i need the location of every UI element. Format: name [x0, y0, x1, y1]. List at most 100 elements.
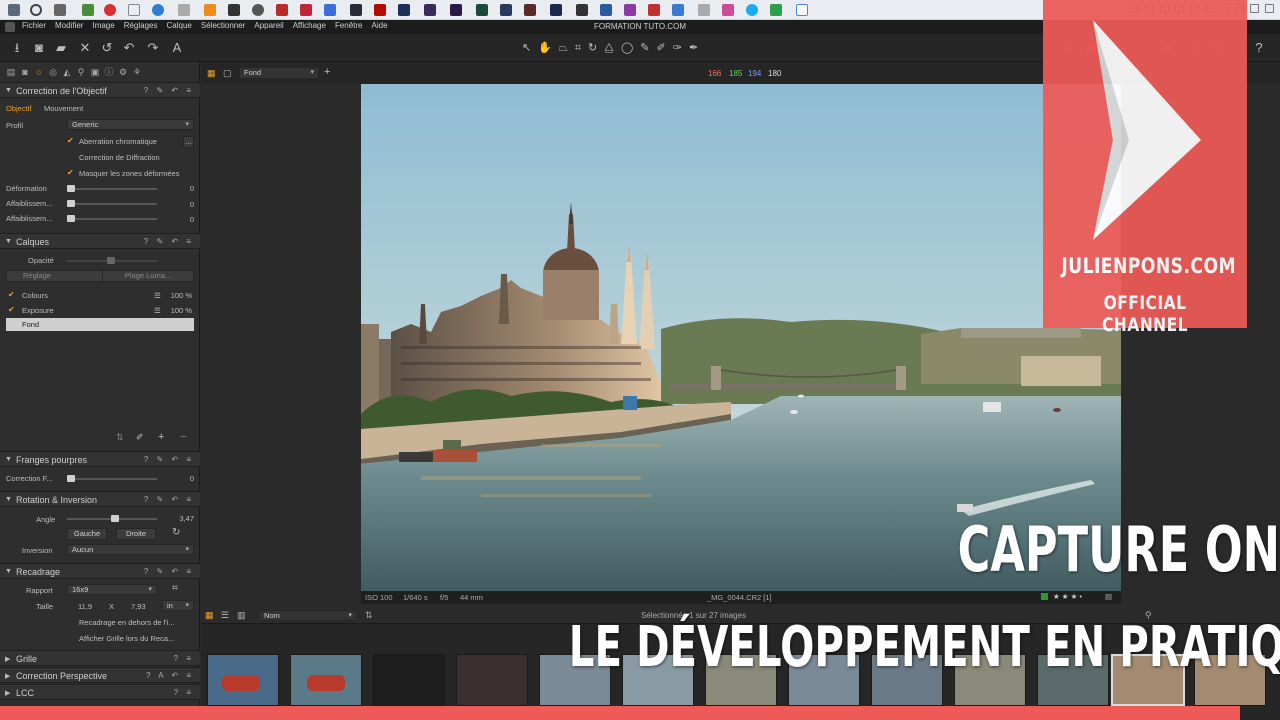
select-cursor-icon[interactable]: ↖ — [522, 41, 531, 55]
section-actions[interactable]: ? ≡ — [174, 654, 194, 663]
perspective-section-header[interactable]: ▶ Correction Perspective ? A ↶ ≡ — [0, 667, 200, 683]
picker-cursor-icon[interactable]: ✎ — [640, 41, 649, 55]
falloff-value[interactable]: 0 — [170, 200, 194, 209]
pan-cursor-icon[interactable]: ✋ — [538, 41, 552, 55]
keystone-cursor-icon[interactable]: ⧋ — [604, 41, 614, 55]
fringe-knob[interactable] — [67, 475, 75, 482]
chroma-checkbox[interactable]: ✔ — [67, 136, 74, 145]
falloff2-slider[interactable] — [67, 218, 157, 220]
distortion-slider[interactable] — [67, 188, 157, 190]
task-view-icon[interactable] — [54, 4, 66, 16]
app-icon[interactable] — [228, 4, 240, 16]
crop-cursor-icon[interactable]: ⌗ — [575, 41, 581, 55]
lightroom-icon[interactable] — [550, 4, 562, 16]
bridge-icon[interactable] — [350, 4, 362, 16]
start-icon[interactable] — [8, 4, 20, 16]
app-icon[interactable] — [252, 4, 264, 16]
delete-icon[interactable]: ✕ — [78, 40, 92, 56]
layer-sort-icon[interactable]: ⇅ — [116, 432, 124, 443]
search-icon[interactable] — [30, 4, 42, 16]
sort-select[interactable]: Nom ▾ — [259, 610, 357, 621]
library-tab-icon[interactable]: ▤ — [6, 67, 16, 82]
chrome-icon[interactable] — [152, 4, 164, 16]
lens-section-header[interactable]: ▼ Correction de l'Objectif ? ✎ ↶ ≡ — [0, 82, 200, 98]
luma-range-button[interactable]: Plage Luma... — [102, 270, 194, 282]
background-layer-item[interactable]: Fond — [6, 318, 194, 331]
opacity-knob[interactable] — [107, 257, 115, 264]
angle-value[interactable]: 3,47 — [164, 514, 194, 523]
section-actions[interactable]: ? ✎ ↶ ≡ — [144, 237, 194, 246]
annotate-cursor-icon[interactable]: ✒ — [689, 41, 698, 55]
adjust-tab-icon[interactable]: ▣ — [90, 67, 100, 82]
details-tab-icon[interactable]: ⚲ — [76, 67, 86, 82]
acrobat-icon[interactable] — [374, 4, 386, 16]
mask-checkbox[interactable]: ✔ — [67, 168, 74, 177]
crop-outside-option[interactable]: Recadrage en dehors de l'i... — [79, 618, 175, 627]
ratio-select[interactable]: 16x9 ▾ — [67, 584, 157, 595]
import-icon[interactable]: ⭳ — [10, 40, 24, 56]
falloff2-knob[interactable] — [67, 215, 75, 222]
filmstrip-view-icon[interactable]: ▥ — [237, 610, 246, 621]
opera-icon[interactable] — [104, 4, 116, 16]
more-button[interactable]: … — [183, 136, 194, 148]
grid-view-icon[interactable]: ▦ — [207, 68, 216, 79]
distortion-value[interactable]: 0 — [170, 184, 194, 193]
grid-section-header[interactable]: ▶ Grille ? ≡ — [0, 650, 200, 666]
tray-icon[interactable] — [1265, 4, 1274, 13]
lens-tab-icon[interactable]: ○ — [34, 67, 44, 82]
crop-height-field[interactable]: 7,93 — [131, 602, 146, 611]
flip-select[interactable]: Aucun ▾ — [67, 544, 194, 555]
app-icon[interactable] — [698, 4, 710, 16]
thumbnail[interactable] — [290, 654, 362, 706]
spot-cursor-icon[interactable]: ◯ — [621, 41, 633, 55]
premiere-icon[interactable] — [450, 4, 462, 16]
color-tab-icon[interactable]: ◎ — [48, 67, 58, 82]
capture-tab-icon[interactable]: ◙ — [20, 67, 30, 82]
thumb-view-icon[interactable]: ▦ — [205, 610, 214, 621]
variant-select[interactable]: Fond ▾ — [239, 67, 319, 79]
rotate-cursor-icon[interactable]: ↻ — [588, 41, 597, 55]
undo-icon[interactable]: ↶ — [122, 40, 136, 56]
single-view-icon[interactable]: ▢ — [223, 68, 232, 79]
fringe-slider[interactable] — [67, 478, 157, 480]
after-effects-icon[interactable] — [424, 4, 436, 16]
rating-stars[interactable]: ★ ★ ★ • — [1053, 592, 1082, 601]
thumbnail[interactable] — [373, 654, 445, 706]
layer-checkbox[interactable]: ✔ — [8, 290, 15, 299]
layer-checkbox[interactable]: ✔ — [8, 305, 15, 314]
vlc-icon[interactable] — [204, 4, 216, 16]
angle-knob[interactable] — [111, 515, 119, 522]
thumbnail[interactable] — [207, 654, 279, 706]
adjust-button[interactable]: Réglage — [6, 270, 110, 282]
text-icon[interactable]: A — [170, 40, 184, 56]
help-icon[interactable]: ? — [1252, 40, 1266, 56]
sort-direction-icon[interactable]: ⇅ — [365, 610, 373, 621]
section-actions[interactable]: ? A ↶ ≡ — [146, 671, 194, 680]
falloff2-value[interactable]: 0 — [170, 215, 194, 224]
rotate-left-button[interactable]: Gauche — [67, 528, 107, 540]
crop-section-header[interactable]: ▼ Recadrage ? ✎ ↶ ≡ — [0, 563, 200, 579]
rotate-right-button[interactable]: Droite — [116, 528, 156, 540]
mail-icon[interactable] — [128, 4, 140, 16]
layer-brush-icon[interactable]: ✐ — [136, 432, 144, 443]
app-icon[interactable] — [524, 4, 536, 16]
crop-icon[interactable]: ⌗ — [172, 583, 178, 594]
add-variant-icon[interactable]: + — [324, 66, 330, 78]
app-icon[interactable] — [624, 4, 636, 16]
tab-objectif[interactable]: Objectif — [6, 104, 31, 113]
rotation-section-header[interactable]: ▼ Rotation & Inversion ? ✎ ↶ ≡ — [0, 491, 200, 507]
app-icon[interactable] — [722, 4, 734, 16]
erase-cursor-icon[interactable]: ✑ — [673, 41, 682, 55]
redo-icon[interactable]: ↷ — [146, 40, 160, 56]
exposure-tab-icon[interactable]: ◭ — [62, 67, 72, 82]
brush-cursor-icon[interactable]: ✐ — [657, 41, 666, 55]
color-tag[interactable] — [1041, 593, 1048, 600]
section-actions[interactable]: ? ≡ — [174, 688, 194, 697]
filezilla-icon[interactable] — [648, 4, 660, 16]
tray-icon[interactable] — [1250, 4, 1259, 13]
profile-select[interactable]: Generic ▾ — [67, 119, 194, 130]
rotate-free-icon[interactable]: ↻ — [172, 527, 180, 538]
app-icon[interactable] — [796, 4, 808, 16]
photoshop-icon[interactable] — [398, 4, 410, 16]
section-actions[interactable]: ? ✎ ↶ ≡ — [144, 455, 194, 464]
